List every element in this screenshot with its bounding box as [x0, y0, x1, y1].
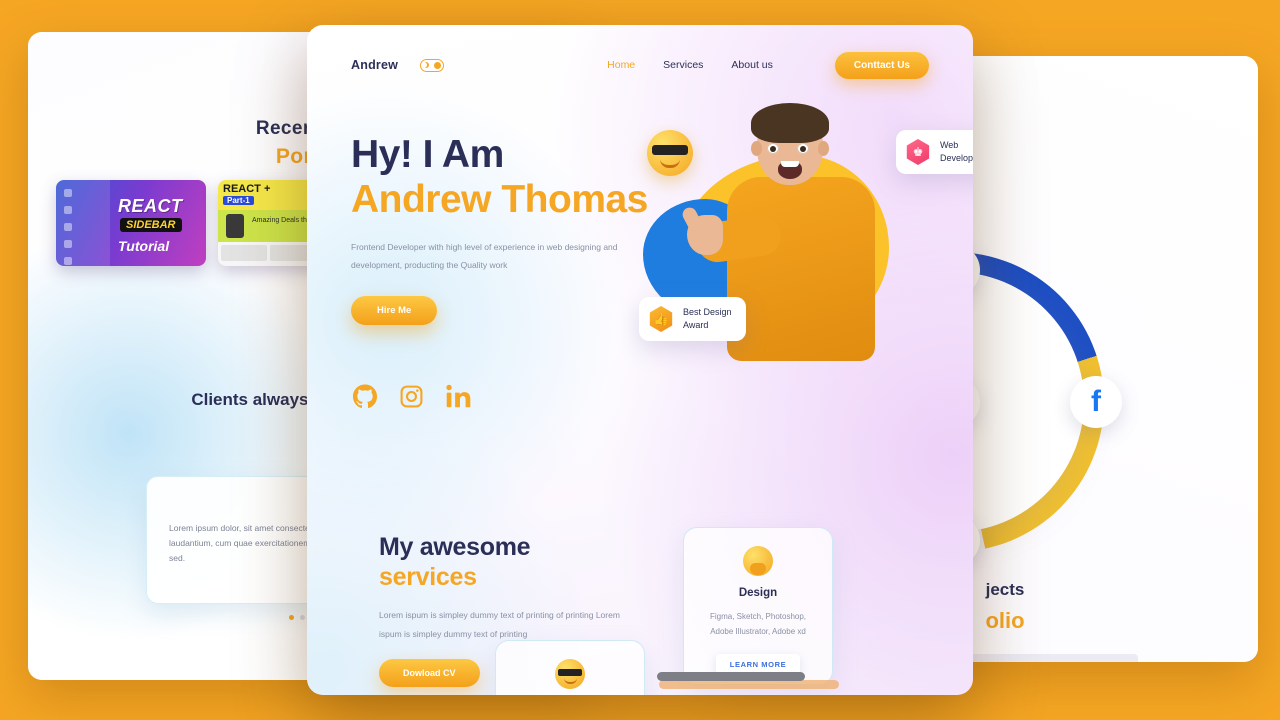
- hero-description: Frontend Developer with high level of ex…: [351, 241, 618, 270]
- hero-heading: Hy! I Am Andrew Thomas: [351, 133, 661, 223]
- toggle-knob: [434, 61, 442, 69]
- thinking-face-emoji-icon: [700, 546, 816, 576]
- dark-mode-toggle-icon[interactable]: [420, 58, 445, 72]
- badge-web-developer: ♚ Web Developer: [895, 130, 973, 175]
- badge-web-line2: Developer: [939, 153, 973, 164]
- main-portfolio-page: Andrew Home Services About us Conttact U…: [307, 25, 973, 695]
- contact-us-button[interactable]: Conttact Us: [834, 51, 929, 79]
- service-card-design[interactable]: Design Figma, Sketch, Photoshop, Adobe I…: [683, 527, 833, 685]
- services-title-sub: services: [379, 562, 477, 591]
- carousel-dot[interactable]: [289, 615, 294, 620]
- thumbnail-sidebar-mock: [56, 180, 110, 266]
- thumbnail-line3: Tutorial: [118, 238, 170, 254]
- services-heading: My awesome services: [379, 533, 629, 592]
- hire-me-button[interactable]: Hire Me: [351, 296, 438, 326]
- carousel-dot[interactable]: [300, 615, 305, 620]
- services-title: My awesome: [379, 533, 531, 561]
- sunglasses-face-emoji-icon: [512, 659, 628, 689]
- brand-logo[interactable]: Andrew: [351, 58, 398, 72]
- badge-best-design-award: 👍 Best Design Award: [639, 297, 746, 342]
- services-description: Lorem ispum is simpley dummy text of pri…: [379, 610, 620, 639]
- thumbnail-part-label: Part-1: [223, 196, 254, 205]
- nav-link-home[interactable]: Home: [607, 59, 635, 71]
- badge-web-developer-label: Web Developer: [940, 139, 973, 165]
- badge-award-line2: Award: [683, 320, 709, 331]
- instagram-icon[interactable]: [399, 384, 424, 414]
- badge-award-line1: Best Design: [683, 307, 732, 317]
- nav-link-about-us[interactable]: About us: [731, 59, 772, 71]
- social-links: [352, 383, 472, 415]
- hero-text-block: Hy! I Am Andrew Thomas Frontend Develope…: [351, 133, 661, 326]
- badge-web-line1: Web: [939, 140, 959, 150]
- badge-award-label: Best Design Award: [683, 306, 732, 332]
- hero-name: Andrew Thomas: [351, 177, 648, 221]
- navbar: Andrew Home Services About us Conttact U…: [307, 47, 973, 83]
- bottom-strip-gray: [657, 672, 805, 681]
- thumbnail-line2: SIDEBAR: [120, 218, 182, 232]
- hero-greeting: Hy! I Am: [351, 133, 504, 176]
- service-card-developer[interactable]: Developer: [495, 640, 645, 695]
- crown-icon: ♚: [906, 139, 930, 166]
- facebook-logo-icon[interactable]: f: [1070, 376, 1122, 428]
- service-card-design-desc: Figma, Sketch, Photoshop, Adobe Illustra…: [709, 612, 807, 636]
- linkedin-icon[interactable]: [445, 383, 472, 415]
- sunglasses-emoji-icon: [647, 130, 693, 176]
- bottom-strip-orange: [659, 680, 839, 689]
- thumbnail-label: REACT +: [223, 183, 271, 195]
- thumbnail-line1: REACT: [118, 196, 183, 216]
- thumbs-up-icon: 👍: [649, 306, 673, 333]
- github-icon[interactable]: [352, 384, 378, 415]
- download-cv-button[interactable]: Dowload CV: [379, 659, 480, 688]
- service-card-design-title: Design: [738, 587, 778, 599]
- nav-link-services[interactable]: Services: [663, 59, 703, 71]
- thumbnail-react-sidebar[interactable]: REACT SIDEBAR Tutorial: [56, 180, 206, 266]
- facebook-glyph: f: [1091, 385, 1101, 418]
- moon-icon: [423, 62, 429, 68]
- right-bottom-main: jects: [985, 580, 1025, 599]
- nav-links: Home Services About us Conttact Us: [607, 51, 929, 79]
